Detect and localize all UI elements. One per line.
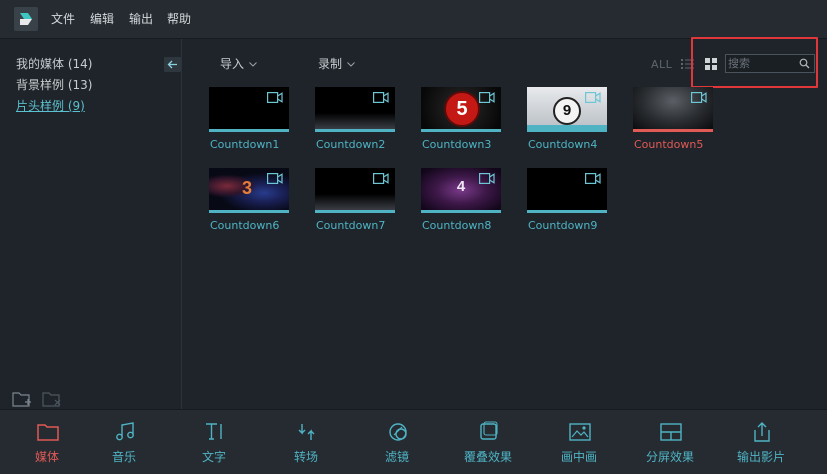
video-camera-icon: [267, 173, 283, 184]
media-tile-label: Countdown1: [210, 138, 280, 151]
media-tile-label: Countdown6: [210, 219, 280, 232]
media-sidebar: 我的媒体 (14) 背景样例 (13) 片头样例 (9): [0, 39, 182, 409]
media-tile[interactable]: Countdown2: [315, 87, 395, 157]
sidebar-item-background-samples[interactable]: 背景样例 (13): [16, 77, 92, 93]
media-thumbnail-bar: [421, 129, 501, 132]
media-tile[interactable]: 3 Countdown6: [209, 168, 289, 238]
tab-filter[interactable]: 滤镜: [357, 410, 437, 474]
media-thumbnail[interactable]: 3: [209, 168, 289, 210]
media-thumbnail-bar: [421, 210, 501, 213]
media-thumbnail-bar: [209, 129, 289, 132]
folder-icon: [37, 424, 59, 441]
import-dropdown[interactable]: 导入: [220, 56, 257, 72]
media-tile[interactable]: Countdown7: [315, 168, 395, 238]
import-label: 导入: [220, 57, 245, 71]
sidebar-item-intro-samples[interactable]: 片头样例 (9): [16, 98, 85, 114]
tab-label: 输出影片: [736, 450, 785, 464]
filter-all-button[interactable]: ALL: [651, 58, 672, 71]
menu-help[interactable]: 帮助: [167, 11, 191, 27]
media-tile[interactable]: Countdown5: [633, 87, 713, 157]
tab-label: 音乐: [111, 450, 136, 464]
tab-split-screen[interactable]: 分屏效果: [630, 410, 710, 474]
app-logo-icon[interactable]: [14, 7, 38, 31]
split-screen-icon: [660, 423, 682, 441]
tab-label: 文字: [201, 450, 226, 464]
collapse-sidebar-button[interactable]: [164, 57, 181, 72]
video-camera-icon: [585, 92, 601, 103]
video-camera-icon: [373, 92, 389, 103]
media-thumbnail[interactable]: [315, 87, 395, 129]
chevron-down-icon: [347, 62, 355, 67]
arrow-left-icon: [167, 60, 177, 69]
tab-folder[interactable]: 媒体: [7, 410, 87, 474]
media-thumbnail-bar: [315, 129, 395, 132]
media-thumbnail-bar: [527, 129, 607, 132]
tab-label: 分屏效果: [645, 450, 694, 464]
record-dropdown[interactable]: 录制: [318, 56, 355, 72]
media-thumbnail-bar: [527, 210, 607, 213]
bottom-tab-bar: 媒体 音乐 文字 转场 滤镜 覆叠效果 画中画 分屏效果 输出影片: [0, 409, 827, 474]
media-tile[interactable]: Countdown9: [527, 168, 607, 238]
media-thumbnail[interactable]: 5: [421, 87, 501, 129]
media-thumbnail-bar: [209, 210, 289, 213]
countdown-digit: 4: [456, 178, 466, 195]
media-thumbnail[interactable]: [315, 168, 395, 210]
tab-pip[interactable]: 画中画: [539, 410, 619, 474]
tab-label: 覆叠效果: [463, 450, 512, 464]
record-label: 录制: [318, 57, 343, 71]
tab-transition[interactable]: 转场: [266, 410, 346, 474]
pip-icon: [569, 423, 591, 441]
countdown-digit: 9: [562, 102, 572, 119]
media-tile-label: Countdown9: [528, 219, 598, 232]
media-thumbnail[interactable]: 4: [421, 168, 501, 210]
video-camera-icon: [585, 173, 601, 184]
media-tile-label: Countdown5: [634, 138, 704, 151]
media-thumbnail[interactable]: [633, 87, 713, 129]
countdown-digit: 5: [456, 98, 468, 120]
media-tile-label: Countdown3: [422, 138, 492, 151]
video-camera-icon: [373, 173, 389, 184]
media-thumbnail-bar: [633, 129, 713, 132]
tab-label: 转场: [293, 450, 318, 464]
video-camera-icon: [691, 92, 707, 103]
tab-label: 画中画: [560, 450, 597, 464]
overlay-icon: [480, 421, 498, 440]
search-highlight-box: [691, 37, 818, 88]
sidebar-item-my-media[interactable]: 我的媒体 (14): [16, 56, 92, 72]
delete-folder-icon[interactable]: [42, 390, 62, 408]
menu-output[interactable]: 输出: [129, 11, 153, 27]
menu-bar: 文件 编辑 输出 帮助: [0, 0, 827, 39]
tab-label: 媒体: [34, 450, 59, 464]
tab-overlay[interactable]: 覆叠效果: [448, 410, 528, 474]
menu-edit[interactable]: 编辑: [90, 11, 114, 27]
media-tile[interactable]: 4 Countdown8: [421, 168, 501, 238]
video-camera-icon: [479, 173, 495, 184]
media-tile[interactable]: 5 Countdown3: [421, 87, 501, 157]
countdown-digit: 3: [241, 178, 252, 198]
media-tile-label: Countdown7: [316, 219, 386, 232]
tab-text[interactable]: 文字: [174, 410, 254, 474]
transition-icon: [298, 424, 315, 440]
media-tile[interactable]: Countdown1: [209, 87, 289, 157]
media-tile-label: Countdown8: [422, 219, 492, 232]
music-icon: [116, 422, 134, 441]
new-folder-icon[interactable]: [12, 390, 32, 408]
tab-label: 滤镜: [384, 450, 409, 464]
menu-file[interactable]: 文件: [51, 11, 75, 27]
media-thumbnail[interactable]: [209, 87, 289, 129]
export-icon: [754, 422, 770, 442]
filter-icon: [389, 423, 407, 441]
media-thumbnail[interactable]: [527, 168, 607, 210]
chevron-down-icon: [249, 62, 257, 67]
media-tile-label: Countdown2: [316, 138, 386, 151]
media-thumbnail[interactable]: 9: [527, 87, 607, 129]
media-tile[interactable]: 9 Countdown4: [527, 87, 607, 157]
video-camera-icon: [267, 92, 283, 103]
media-tile-label: Countdown4: [528, 138, 598, 151]
tab-export[interactable]: 输出影片: [721, 410, 801, 474]
media-thumbnail-bar: [315, 210, 395, 213]
text-icon: [206, 423, 222, 440]
video-camera-icon: [479, 92, 495, 103]
tab-music[interactable]: 音乐: [84, 410, 164, 474]
